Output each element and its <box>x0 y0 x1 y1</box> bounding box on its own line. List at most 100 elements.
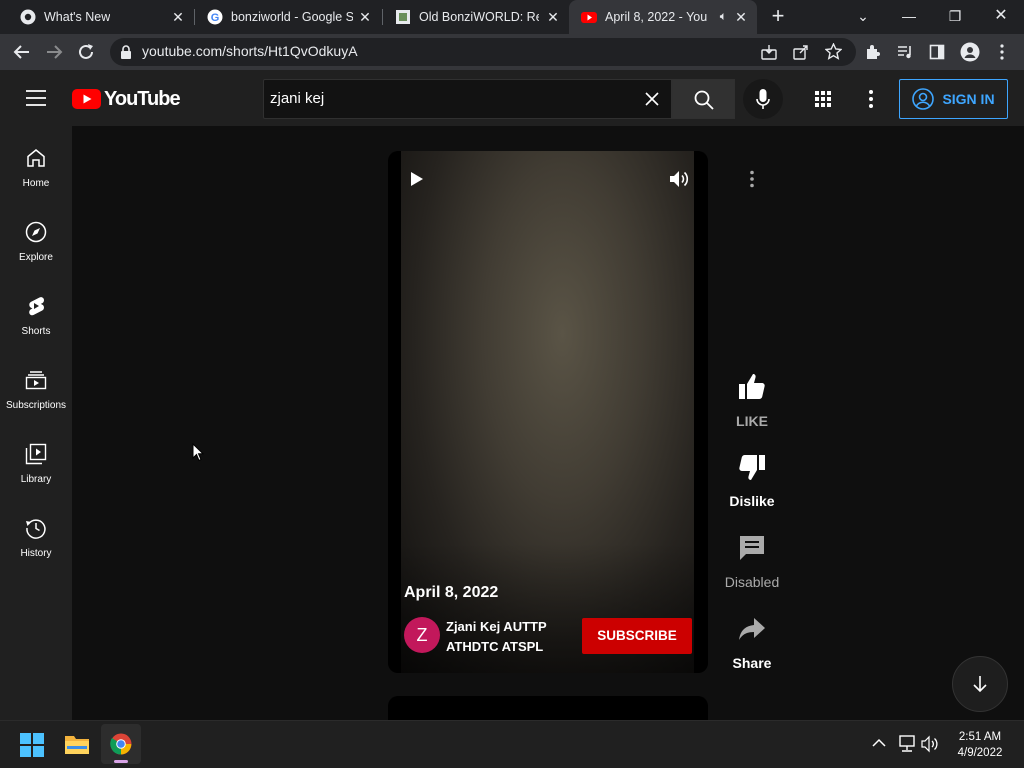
sidebar-item-library[interactable]: Library <box>0 422 72 496</box>
file-explorer-icon[interactable] <box>64 733 90 755</box>
side-panel-icon[interactable] <box>929 44 945 60</box>
sidebar-item-shorts[interactable]: Shorts <box>0 274 72 348</box>
arrow-left-icon <box>13 45 29 59</box>
tab-google-search[interactable]: G bonziworld - Google Se ✕ <box>195 0 381 34</box>
share-arrow-icon <box>739 618 765 640</box>
tab-title: April 8, 2022 - You <box>605 10 708 24</box>
minimize-button[interactable]: — <box>886 0 932 34</box>
restore-button[interactable]: ❐ <box>932 0 978 34</box>
tab-whats-new[interactable]: What's New ✕ <box>8 0 194 34</box>
network-icon[interactable] <box>897 735 917 753</box>
sidebar-item-explore[interactable]: Explore <box>0 200 72 274</box>
play-icon[interactable] <box>410 171 424 187</box>
volume-icon[interactable] <box>669 169 691 189</box>
thumbs-down-icon <box>739 455 765 480</box>
compass-icon <box>25 221 47 243</box>
tab-title: What's New <box>44 10 111 24</box>
dislike-button[interactable]: Dislike <box>722 452 782 509</box>
dislike-label: Dislike <box>729 493 775 509</box>
mouse-cursor-icon <box>192 443 204 462</box>
apps-grid-icon[interactable] <box>815 91 831 107</box>
sidebar-item-history[interactable]: History <box>0 496 72 570</box>
hamburger-menu-icon[interactable] <box>26 89 46 107</box>
voice-search-button[interactable] <box>743 79 783 119</box>
profile-icon[interactable] <box>960 42 980 62</box>
close-window-button[interactable]: ✕ <box>978 0 1024 34</box>
mini-guide-sidebar: Home Explore Shorts Subscriptions Librar… <box>0 126 72 720</box>
clear-search-icon[interactable] <box>645 92 659 106</box>
volume-tray-icon[interactable] <box>921 735 941 753</box>
thumbs-up-icon <box>739 374 765 399</box>
extensions-puzzle-icon[interactable] <box>865 44 881 60</box>
search-input-box[interactable] <box>263 79 672 119</box>
chevron-up-icon[interactable] <box>872 738 886 748</box>
comments-label: Disabled <box>724 574 780 590</box>
install-app-icon[interactable] <box>761 44 777 60</box>
sidebar-item-home[interactable]: Home <box>0 126 72 200</box>
channel-avatar[interactable]: Z <box>404 617 440 653</box>
url-text[interactable]: youtube.com/shorts/Ht1QvOdkuyA <box>142 43 358 59</box>
new-tab-button[interactable]: + <box>766 3 790 31</box>
search-input[interactable]: zjani kej <box>270 90 324 107</box>
close-tab-icon[interactable]: ✕ <box>733 9 749 25</box>
arrow-right-icon <box>47 45 63 59</box>
more-actions-icon[interactable] <box>749 170 755 188</box>
active-app-indicator <box>114 760 128 763</box>
channel-name[interactable]: Zjani Kej AUTTP ATHDTC ATSPL <box>446 617 571 657</box>
shorts-icon <box>29 297 44 316</box>
sidebar-item-label: Shorts <box>21 326 51 337</box>
chrome-icon <box>20 9 36 25</box>
tab-search-button[interactable]: ⌄ <box>840 0 886 34</box>
video-title[interactable]: April 8, 2022 <box>404 584 498 602</box>
close-tab-icon[interactable]: ✕ <box>170 9 186 25</box>
comments-button[interactable]: Disabled <box>722 533 782 590</box>
sidebar-item-label: History <box>20 548 52 559</box>
youtube-logo[interactable]: YouTube <box>72 87 181 111</box>
close-tab-icon[interactable]: ✕ <box>545 9 561 25</box>
settings-more-icon[interactable] <box>868 90 874 108</box>
sign-in-button[interactable]: SIGN IN <box>899 79 1008 119</box>
tab-title: bonziworld - Google Se <box>231 10 353 24</box>
like-button[interactable]: LIKE <box>722 372 782 429</box>
subscriptions-icon <box>25 371 47 390</box>
bookmark-star-icon[interactable] <box>825 43 842 60</box>
tab-youtube-short[interactable]: April 8, 2022 - You 🔈︎ ✕ <box>569 0 757 34</box>
close-tab-icon[interactable]: ✕ <box>357 9 373 25</box>
speaker-icon[interactable]: 🔈︎ <box>720 9 727 24</box>
account-circle-icon <box>912 88 935 110</box>
chrome-taskbar-button[interactable] <box>101 724 141 764</box>
next-short-button[interactable] <box>952 656 1008 712</box>
microphone-icon <box>756 89 770 109</box>
reload-icon <box>79 44 93 59</box>
sidebar-item-label: Library <box>20 474 52 485</box>
page-icon <box>396 10 410 24</box>
comment-icon <box>740 536 764 560</box>
media-control-icon[interactable] <box>897 44 914 60</box>
back-button[interactable] <box>10 40 34 64</box>
reload-button[interactable] <box>74 40 98 64</box>
chrome-icon <box>110 733 132 755</box>
share-button[interactable]: Share <box>722 614 782 671</box>
svg-text:G: G <box>211 12 220 24</box>
tab-title: Old BonziWORLD: Revi <box>419 10 539 24</box>
youtube-favicon-icon <box>581 12 597 23</box>
clock-time: 2:51 AM <box>958 731 1002 743</box>
share-page-icon[interactable] <box>793 44 809 60</box>
share-label: Share <box>732 655 772 671</box>
sign-in-label: SIGN IN <box>942 91 995 107</box>
search-button[interactable] <box>672 79 735 119</box>
system-clock[interactable]: 2:51 AM 4/9/2022 <box>950 729 1010 761</box>
chrome-menu-icon[interactable] <box>999 44 1005 60</box>
library-icon <box>25 443 47 465</box>
like-label: LIKE <box>736 413 768 429</box>
forward-button[interactable] <box>42 40 66 64</box>
subscribe-button[interactable]: SUBSCRIBE <box>582 618 692 654</box>
tab-old-bonziworld[interactable]: Old BonziWORLD: Revi ✕ <box>383 0 569 34</box>
windows-start-icon[interactable] <box>20 733 44 757</box>
search-icon <box>694 90 714 110</box>
sidebar-item-subscriptions[interactable]: Subscriptions <box>0 348 72 422</box>
google-icon: G <box>207 9 223 25</box>
home-icon <box>27 149 45 167</box>
clock-date: 4/9/2022 <box>957 747 1003 759</box>
lock-icon[interactable] <box>120 45 132 59</box>
